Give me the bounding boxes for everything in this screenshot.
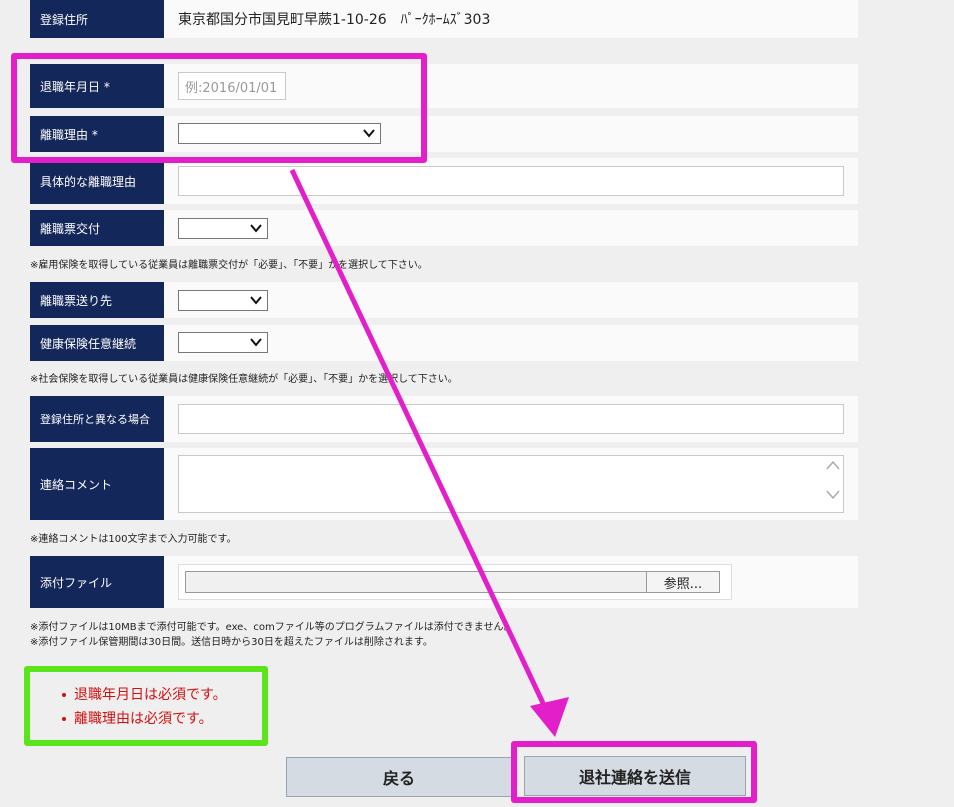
- back-button[interactable]: 戻る: [286, 757, 512, 797]
- cert-issue-label: 離職票交付: [30, 210, 164, 246]
- reason-detail-input[interactable]: [178, 166, 844, 196]
- cert-issue-row: 離職票交付: [30, 210, 858, 246]
- address-value: 東京都国分市国見町早蕨1-10-26 ﾊﾟｰｸﾎｰﾑｽﾞ303: [178, 12, 491, 28]
- reason-detail-row: 具体的な離職理由: [30, 158, 858, 204]
- comment-label: 連絡コメント: [30, 448, 164, 520]
- comment-textarea[interactable]: [178, 455, 844, 513]
- cert-dest-row: 離職票送り先: [30, 282, 858, 318]
- error-box: 退職年月日は必須です。 離職理由は必須です。: [24, 666, 268, 746]
- alt-address-row: 登録住所と異なる場合: [30, 396, 858, 442]
- health-note: ※社会保険を取得している従業員は健康保険任意継続が「必要」、「不要」かを選択して…: [30, 374, 458, 385]
- cert-dest-select[interactable]: [178, 290, 268, 311]
- attachment-note-1: ※添付ファイルは10MBまで添付可能です。exe、comファイル等のプログラムフ…: [30, 622, 514, 633]
- attachment-label: 添付ファイル: [30, 556, 164, 608]
- highlight-required-fields: [11, 53, 427, 163]
- address-row: 登録住所 東京都国分市国見町早蕨1-10-26 ﾊﾟｰｸﾎｰﾑｽﾞ303: [30, 0, 858, 38]
- error-message: 離職理由は必須です。: [74, 711, 213, 727]
- attachment-note-2: ※添付ファイル保管期間は30日間。送信日時から30日を超えたファイルは削除されま…: [30, 637, 433, 648]
- comment-note: ※連絡コメントは100文字まで入力可能です。: [30, 534, 237, 545]
- reason-detail-label: 具体的な離職理由: [30, 158, 164, 204]
- attachment-row: 添付ファイル 参照...: [30, 556, 858, 608]
- browse-button[interactable]: 参照...: [646, 571, 720, 593]
- cert-dest-label: 離職票送り先: [30, 282, 164, 318]
- alt-address-label: 登録住所と異なる場合: [30, 396, 164, 442]
- error-bullet: [62, 717, 66, 721]
- alt-address-input[interactable]: [178, 404, 844, 434]
- chevron-down-icon: [250, 338, 262, 347]
- scroll-down-icon[interactable]: [826, 490, 840, 500]
- comment-row: 連絡コメント: [30, 448, 858, 520]
- cert-note: ※雇用保険を取得している従業員は離職票交付が「必要」、「不要」かを選択して下さい…: [30, 260, 428, 271]
- scroll-up-icon[interactable]: [826, 460, 840, 470]
- error-message: 退職年月日は必須です。: [74, 687, 227, 703]
- cert-issue-select[interactable]: [178, 218, 268, 239]
- health-cont-row: 健康保険任意継続: [30, 325, 858, 361]
- health-cont-label: 健康保険任意継続: [30, 325, 164, 361]
- file-path-field[interactable]: [185, 571, 649, 593]
- file-picker: 参照...: [178, 564, 732, 600]
- health-cont-select[interactable]: [178, 332, 268, 353]
- error-bullet: [62, 693, 66, 697]
- chevron-down-icon: [250, 296, 262, 305]
- chevron-down-icon: [250, 224, 262, 233]
- address-label: 登録住所: [30, 0, 164, 38]
- highlight-submit-button: [511, 741, 757, 803]
